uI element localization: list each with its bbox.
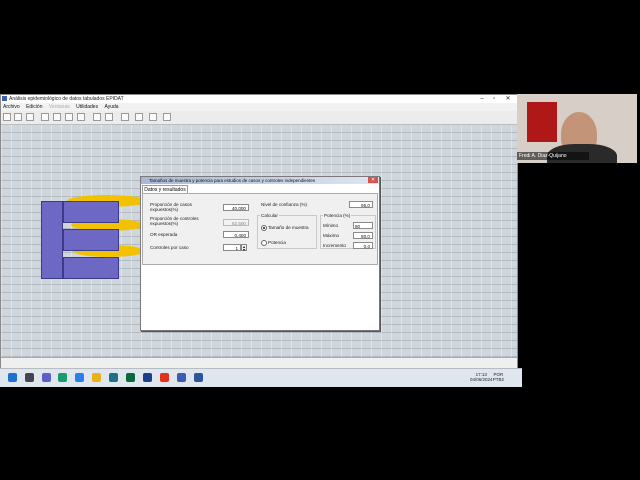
windows-start-icon[interactable] — [8, 373, 17, 382]
data-panel: Proporción de casos expuestos(%) 40,000 … — [142, 193, 378, 265]
dialog-close-button[interactable]: ✕ — [368, 177, 378, 183]
cut-icon[interactable] — [41, 113, 49, 121]
nivel-input[interactable]: 95,0 — [349, 201, 373, 208]
prop-casos-input[interactable]: 40,000 — [223, 204, 249, 211]
results-area — [142, 265, 378, 329]
menu-bar: Archivo Edición Ventanas Utilidades Ayud… — [1, 103, 517, 111]
radio-potencia[interactable] — [261, 240, 267, 246]
close-button[interactable]: ✕ — [501, 95, 515, 103]
logo-block-mid — [63, 229, 119, 251]
window-icon[interactable] — [135, 113, 143, 121]
radio-tamano-muestra[interactable] — [261, 225, 267, 231]
potencia-option-label: Potencia — [268, 240, 286, 245]
maximize-button[interactable]: ▫ — [487, 95, 501, 103]
word-icon[interactable] — [194, 373, 203, 382]
epidat-taskbar-icon[interactable] — [177, 373, 186, 382]
paste-icon[interactable] — [65, 113, 73, 121]
calcular-group: Calcular Tamaño de muestra Potencia — [257, 213, 317, 249]
new-file-icon[interactable] — [3, 113, 11, 121]
language-variant: PTB2 — [492, 377, 504, 382]
undo-icon[interactable] — [93, 113, 101, 121]
clock[interactable]: 17:13 04/06/2024 — [470, 372, 493, 382]
incremento-label: Incremento — [323, 243, 346, 248]
app-icon — [2, 96, 7, 101]
app-icon-dell[interactable] — [143, 373, 152, 382]
minimo-input[interactable]: 80 — [353, 222, 373, 229]
menu-edicion[interactable]: Edición — [26, 104, 42, 110]
webcam-overlay: Fredi A. Diaz-Quijano — [517, 94, 637, 163]
help-icon[interactable] — [163, 113, 171, 121]
dialog-title-text: Tamaños de muestra y potencia para estud… — [149, 178, 316, 183]
sample-size-dialog: Tamaños de muestra y potencia para estud… — [140, 176, 380, 331]
chrome-icon[interactable] — [75, 373, 84, 382]
edge-icon[interactable] — [58, 373, 67, 382]
search-icon[interactable] — [25, 373, 34, 382]
controles-label: Controles por caso — [150, 245, 189, 250]
system-tray[interactable]: POR PTB2 — [493, 372, 504, 382]
acrobat-icon[interactable] — [160, 373, 169, 382]
prop-casos-label: Proporción de casos expuestos(%) — [150, 202, 192, 212]
prop-controles-input: 62,500 — [223, 219, 249, 226]
maximo-input[interactable]: 80,0 — [353, 232, 373, 239]
redo-icon[interactable] — [105, 113, 113, 121]
copy-icon[interactable] — [53, 113, 61, 121]
webcam-name-tag: Fredi A. Diaz-Quijano — [517, 152, 589, 160]
prop-controles-label: Proporción de controles expuestos(%) — [150, 216, 199, 226]
tile-icon[interactable] — [149, 113, 157, 121]
save-icon[interactable] — [26, 113, 34, 121]
or-label: OR esperada — [150, 232, 178, 237]
open-folder-icon[interactable] — [14, 113, 22, 121]
menu-archivo[interactable]: Archivo — [3, 104, 20, 110]
minimo-label: Mínimo — [323, 223, 339, 228]
epidat-logo — [41, 195, 147, 281]
potencia-group: Potencia (%) Mínimo 80 Máximo 80,0 Incre… — [320, 213, 376, 249]
clock-date: 04/06/2024 — [470, 377, 493, 382]
wall-poster — [527, 102, 557, 142]
nivel-label: Nivel de confianza (%) — [261, 202, 307, 207]
store-icon[interactable] — [109, 373, 118, 382]
print-icon[interactable] — [77, 113, 85, 121]
taskbar: POR PTB2 17:13 04/06/2024 — [0, 368, 522, 387]
logo-bar — [41, 201, 63, 279]
title-bar: Análisis epidemiológico de datos tabulad… — [1, 95, 517, 103]
menu-utilidades[interactable]: Utilidades — [76, 104, 98, 110]
menu-ayuda[interactable]: Ayuda — [104, 104, 118, 110]
or-input[interactable]: 0,400 — [223, 231, 249, 238]
controles-input[interactable]: 1 — [223, 244, 241, 251]
dialog-title: Tamaños de muestra y potencia para estud… — [141, 177, 379, 184]
calculator-icon[interactable] — [121, 113, 129, 121]
tamano-muestra-label: Tamaño de muestra — [268, 225, 309, 230]
maximo-label: Máximo — [323, 233, 340, 238]
status-bar — [1, 357, 517, 368]
teams-icon[interactable] — [42, 373, 51, 382]
menu-ventanas: Ventanas — [48, 104, 70, 110]
incremento-input[interactable]: 0,0 — [353, 242, 373, 249]
file-explorer-icon[interactable] — [92, 373, 101, 382]
excel-icon[interactable] — [126, 373, 135, 382]
logo-block-low — [63, 257, 119, 279]
logo-block-top — [63, 201, 119, 223]
calcular-title: Calcular — [260, 213, 279, 218]
potencia-title: Potencia (%) — [323, 213, 352, 218]
toolbar — [1, 111, 517, 125]
controles-spinner[interactable]: ▴ ▾ — [241, 244, 247, 252]
window-title: Análisis epidemiológico de datos tabulad… — [9, 96, 124, 102]
